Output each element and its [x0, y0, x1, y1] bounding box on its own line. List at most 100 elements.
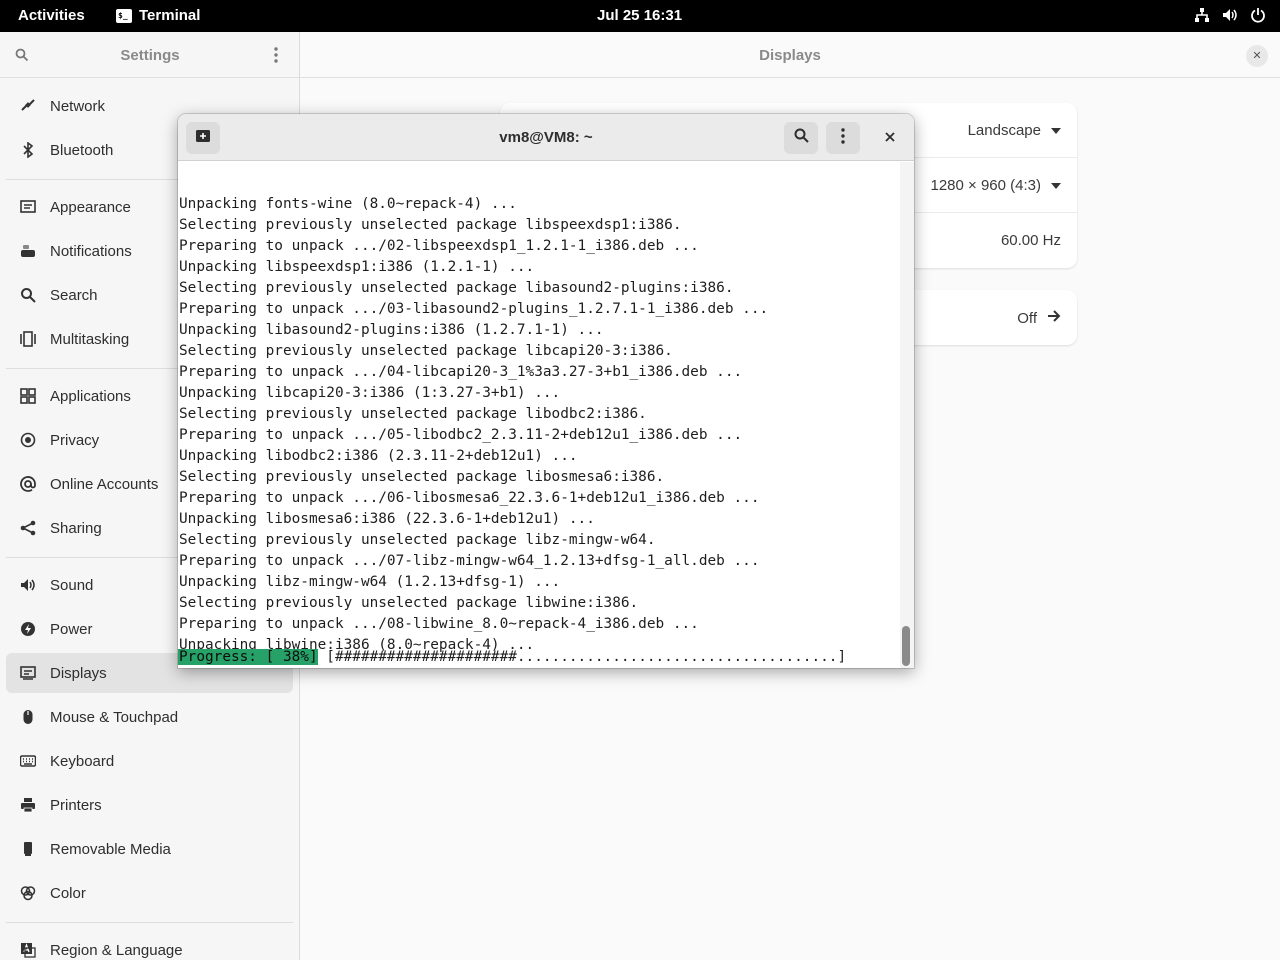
terminal-line: Unpacking libcapi20-3:i386 (1:3.27-3+b1)… [179, 385, 561, 401]
terminal-close-button[interactable] [874, 122, 906, 154]
progress-bar-text: [#####################..................… [317, 649, 847, 665]
terminal-line: Selecting previously unselected package … [179, 532, 656, 548]
terminal-line: Preparing to unpack .../04-libcapi20-3_1… [179, 364, 743, 380]
terminal-line: Preparing to unpack .../02-libspeexdsp1_… [179, 238, 699, 254]
orientation-value: Landscape [967, 122, 1041, 139]
progress-line: Progress: [ 38%] [#####################.… [178, 647, 846, 668]
sidebar-item-removable-media[interactable]: Removable Media [6, 829, 293, 869]
page-title: Displays [759, 47, 821, 64]
terminal-line: Unpacking libspeexdsp1:i386 (1.2.1-1) ..… [179, 259, 535, 275]
terminal-line: Selecting previously unselected package … [179, 469, 665, 485]
sidebar-separator [6, 922, 293, 923]
sidebar-title: Settings [120, 47, 180, 64]
power-icon [20, 621, 36, 637]
resolution-dropdown[interactable]: 1280 × 960 (4:3) [930, 177, 1061, 194]
activities-button[interactable]: Activities [18, 7, 85, 24]
sidebar-item-label: Printers [50, 796, 102, 814]
sharing-icon [20, 520, 36, 536]
terminal-line: Selecting previously unselected package … [179, 595, 639, 611]
sidebar-item-label: Region & Language [50, 941, 183, 959]
clock[interactable]: Jul 25 16:31 [597, 7, 682, 24]
close-icon: ✕ [1252, 50, 1262, 62]
privacy-icon [20, 432, 36, 448]
terminal-line: Unpacking libosmesa6:i386 (22.3.6-1+deb1… [179, 511, 595, 527]
terminal-line: Selecting previously unselected package … [179, 343, 673, 359]
terminal-line: Unpacking libodbc2:i386 (2.3.11-2+deb12u… [179, 448, 578, 464]
sidebar-item-printers[interactable]: Printers [6, 785, 293, 825]
progress-label: Progress: [ 38%] [178, 649, 318, 665]
search-button[interactable] [784, 122, 818, 154]
sidebar-item-label: Removable Media [50, 840, 171, 858]
arrow-right-icon [1047, 309, 1061, 327]
terminal-line: Preparing to unpack .../08-libwine_8.0~r… [179, 616, 699, 632]
mouse-icon [20, 709, 36, 725]
sidebar-item-label: Sharing [50, 519, 102, 537]
sidebar-item-label: Power [50, 620, 93, 638]
keyboard-icon [20, 753, 36, 769]
terminal-line: Unpacking libasound2-plugins:i386 (1.2.7… [179, 322, 604, 338]
app-menu[interactable]: $_ Terminal [116, 7, 200, 24]
removable-media-icon [20, 841, 36, 857]
menu-icon [840, 127, 846, 149]
appearance-icon [20, 199, 36, 215]
sidebar-item-label: Keyboard [50, 752, 115, 770]
sidebar-item-label: Sound [50, 576, 94, 594]
sidebar-item-mouse-touchpad[interactable]: Mouse & Touchpad [6, 697, 293, 737]
sidebar-item-region-language[interactable]: Region & Language [6, 930, 293, 960]
terminal-output[interactable]: Unpacking fonts-wine (8.0~repack-4) ... S… [178, 162, 900, 668]
printer-icon [20, 797, 36, 813]
applications-icon [20, 388, 36, 404]
sidebar-item-label: Online Accounts [50, 475, 159, 493]
chevron-down-icon [1051, 127, 1061, 134]
terminal-line: Selecting previously unselected package … [179, 406, 647, 422]
menu-icon[interactable] [268, 46, 284, 69]
scrollbar-track[interactable] [900, 162, 914, 668]
terminal-line: Unpacking fonts-wine (8.0~repack-4) ... [179, 196, 517, 212]
bluetooth-icon [20, 142, 36, 158]
terminal-menu-button[interactable] [826, 122, 860, 154]
sidebar-item-color[interactable]: Color [6, 873, 293, 913]
sidebar-item-label: Applications [50, 387, 131, 405]
refresh-rate-value: 60.00 Hz [1000, 232, 1061, 249]
sidebar-item-label: Color [50, 884, 86, 902]
sidebar-item-label: Appearance [50, 198, 131, 216]
notifications-icon [20, 243, 36, 259]
close-icon [885, 129, 895, 147]
volume-icon[interactable] [1222, 7, 1238, 23]
app-name: Terminal [139, 7, 201, 24]
main-header: Displays ✕ [300, 32, 1280, 78]
region-icon [20, 942, 36, 958]
terminal-line: Selecting previously unselected package … [179, 280, 734, 296]
terminal-line: Preparing to unpack .../03-libasound2-pl… [179, 301, 769, 317]
sidebar-item-label: Bluetooth [50, 141, 114, 159]
sidebar-item-label: Network [50, 97, 106, 115]
online-accounts-icon [20, 476, 36, 492]
top-bar: Activities $_ Terminal Jul 25 16:31 [0, 0, 1280, 32]
sidebar-item-label: Mouse & Touchpad [50, 708, 179, 726]
orientation-dropdown[interactable]: Landscape [968, 122, 1061, 139]
night-light-value: Off [1017, 309, 1037, 327]
terminal-titlebar[interactable]: vm8@VM8: ~ [178, 114, 914, 161]
sound-icon [20, 577, 36, 593]
sidebar-item-label: Displays [50, 664, 107, 682]
network-status-icon[interactable] [1194, 7, 1210, 23]
color-icon [20, 885, 36, 901]
sidebar-item-label: Multitasking [50, 330, 130, 348]
power-menu-icon[interactable] [1250, 7, 1266, 23]
terminal-line: Preparing to unpack .../05-libodbc2_2.3.… [179, 427, 743, 443]
network-icon [20, 98, 36, 114]
chevron-down-icon [1051, 182, 1061, 189]
terminal-line: Preparing to unpack .../06-libosmesa6_22… [179, 490, 760, 506]
displays-icon [20, 665, 36, 681]
terminal-window[interactable]: vm8@VM8: ~ Unpacking fonts-wine (8.0~rep… [178, 114, 914, 668]
sidebar-item-label: Privacy [50, 431, 100, 449]
system-tray[interactable] [1194, 7, 1266, 23]
multitasking-icon [20, 331, 36, 347]
sidebar-item-label: Search [50, 286, 98, 304]
sidebar-item-keyboard[interactable]: Keyboard [6, 741, 293, 781]
close-button[interactable]: ✕ [1246, 45, 1268, 67]
terminal-line: Preparing to unpack .../07-libz-mingw-w6… [179, 553, 760, 569]
terminal-line: Unpacking libz-mingw-w64 (1.2.13+dfsg-1)… [179, 574, 561, 590]
sidebar-header: Settings [0, 32, 299, 78]
scrollbar-thumb[interactable] [902, 626, 910, 666]
